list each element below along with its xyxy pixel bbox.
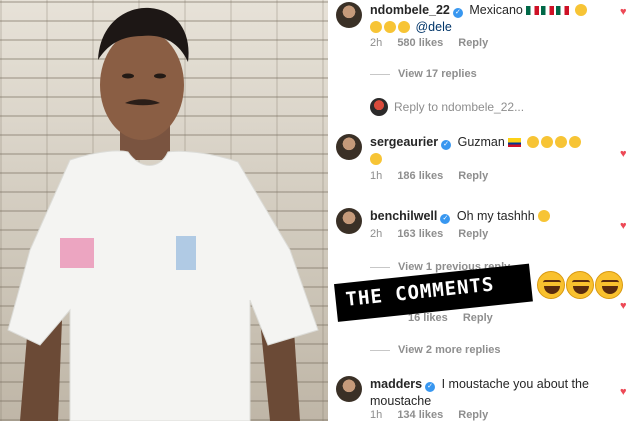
laughing-emoji-icon	[537, 271, 565, 299]
likes-count[interactable]: 580 likes	[397, 37, 443, 49]
comment-meta: 1h 134 likes Reply	[370, 409, 500, 421]
avatar[interactable]	[336, 2, 362, 28]
verified-icon: ✓	[441, 140, 452, 150]
username[interactable]: ndombele_22	[370, 3, 450, 17]
laughing-emoji-icon	[540, 136, 553, 148]
comment-text: ndombele_22 ✓ Mexicano @dele	[370, 2, 610, 36]
avatar[interactable]	[336, 208, 362, 234]
mexico-flag-icon	[556, 6, 570, 15]
heart-icon[interactable]: ♥	[620, 6, 627, 18]
colombia-flag-icon	[508, 138, 522, 147]
likes-count[interactable]: 163 likes	[397, 228, 443, 240]
view-replies-label: View 17 replies	[398, 68, 477, 80]
comment-time: 1h	[370, 409, 383, 421]
laughing-emoji-icon	[574, 4, 587, 16]
comment-body: Oh my tashhh	[456, 209, 535, 223]
comment-meta: 1h 186 likes Reply	[370, 170, 500, 182]
reply-button[interactable]: Reply	[463, 312, 493, 324]
laughing-emoji-icon	[370, 153, 382, 165]
laughing-emoji-icon	[538, 210, 551, 222]
reply-button[interactable]: Reply	[458, 228, 488, 240]
comment-time: 1h	[370, 170, 383, 182]
reply-avatar	[370, 98, 388, 116]
divider	[370, 349, 390, 351]
laughing-emoji-icon	[526, 136, 539, 148]
comment-text: madders ✓ I moustache you about the moust…	[370, 376, 610, 410]
laughing-emoji-icon	[370, 21, 382, 33]
laughing-emoji-icon	[595, 271, 623, 299]
heart-icon[interactable]: ♥	[620, 148, 627, 160]
heart-icon[interactable]: ♥	[620, 220, 627, 232]
laughing-emoji-icon	[568, 136, 581, 148]
comment-time: 2h	[370, 228, 383, 240]
reply-to-input[interactable]: Reply to ndombele_22...	[394, 100, 524, 114]
username[interactable]: benchilwell	[370, 209, 437, 223]
comment-time: 2h	[370, 37, 383, 49]
reply-button[interactable]: Reply	[458, 409, 488, 421]
comment-body: Mexicano	[469, 3, 523, 17]
heart-icon[interactable]: ♥	[620, 300, 627, 312]
comment-text: sergeaurier ✓ Guzman	[370, 134, 610, 168]
username[interactable]: sergeaurier	[370, 135, 438, 149]
verified-icon: ✓	[425, 382, 436, 392]
verified-icon: ✓	[452, 8, 463, 18]
mexico-flag-icon	[541, 6, 555, 15]
divider	[370, 73, 390, 75]
laughing-emoji-icon	[566, 271, 594, 299]
laughing-emoji-icon	[554, 136, 567, 148]
mention-link[interactable]: @dele	[415, 20, 451, 34]
avatar[interactable]	[336, 376, 362, 402]
laughing-emoji-icon	[384, 21, 396, 33]
comment-body: Guzman	[457, 135, 505, 149]
comments-panel: ndombele_22 ✓ Mexicano @dele ♥ 2h 580 lik…	[328, 0, 640, 421]
person-illustration	[7, 7, 319, 421]
heart-icon[interactable]: ♥	[620, 386, 627, 398]
username[interactable]: madders	[370, 377, 422, 391]
view-replies-label: View 2 more replies	[398, 344, 501, 356]
view-more-replies-link[interactable]: View 2 more replies	[370, 344, 501, 356]
avatar[interactable]	[336, 134, 362, 160]
comment-meta: 2h 163 likes Reply	[370, 228, 500, 240]
likes-count[interactable]: 134 likes	[397, 409, 443, 421]
comment-meta: 16 likes Reply	[408, 312, 505, 324]
likes-count[interactable]: 186 likes	[397, 170, 443, 182]
comment-meta: 2h 580 likes Reply	[370, 37, 500, 49]
comment-text: benchilwell ✓ Oh my tashhh	[370, 208, 610, 225]
reply-button[interactable]: Reply	[458, 37, 488, 49]
divider	[370, 266, 390, 268]
photo-dele	[0, 0, 328, 421]
reply-button[interactable]: Reply	[458, 170, 488, 182]
view-replies-link[interactable]: View 17 replies	[370, 68, 477, 80]
mexico-flag-icon	[526, 6, 540, 15]
verified-icon: ✓	[440, 214, 451, 224]
laughing-emoji-icon	[398, 21, 410, 33]
